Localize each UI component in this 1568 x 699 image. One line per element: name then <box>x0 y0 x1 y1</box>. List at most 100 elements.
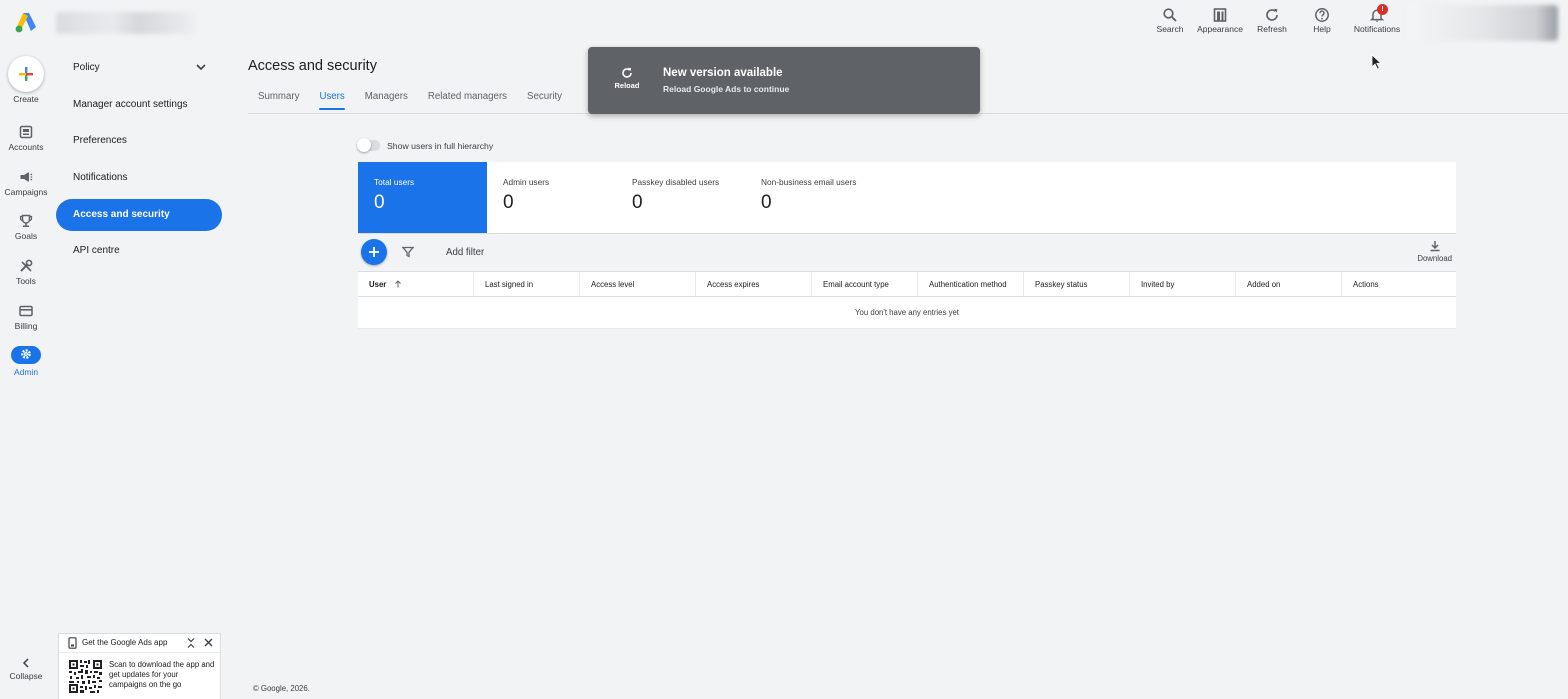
app-promo-card: Get the Google Ads app Scan to download … <box>58 633 222 699</box>
qr-code <box>68 659 103 694</box>
nav-item-label: Notifications <box>73 172 128 184</box>
rail-item-label: Accounts <box>8 142 44 152</box>
copyright: © Google, 2026. <box>253 684 310 693</box>
users-table: Add filter Download User Last signed in … <box>358 233 1456 329</box>
google-ads-logo[interactable] <box>14 11 38 33</box>
nav-item-label: Manager account settings <box>73 98 188 110</box>
rail-item-label: Tools <box>16 276 36 286</box>
column-header-passkey-status[interactable]: Passkey status <box>1024 272 1130 296</box>
card-total-users[interactable]: Total users 0 <box>358 162 487 233</box>
column-header-access-expires[interactable]: Access expires <box>696 272 812 296</box>
column-label: User <box>369 280 387 289</box>
sort-ascending-icon <box>394 280 401 288</box>
promo-title: Get the Google Ads app <box>82 638 168 647</box>
search-button[interactable]: Search <box>1146 4 1194 34</box>
column-header-actions[interactable]: Actions <box>1342 272 1456 296</box>
collapse-label: Collapse <box>9 671 43 681</box>
tab-managers[interactable]: Managers <box>355 86 418 110</box>
profile-redacted[interactable] <box>1408 5 1558 41</box>
account-name-redacted[interactable] <box>56 12 194 34</box>
card-value: 0 <box>503 192 514 213</box>
nav-item-policy[interactable]: Policy <box>56 52 222 84</box>
nav-item-manager-account-settings[interactable]: Manager account settings <box>56 89 222 121</box>
help-button[interactable]: Help <box>1298 4 1346 34</box>
card-passkey-disabled-users[interactable]: Passkey disabled users 0 <box>616 162 745 233</box>
close-icon[interactable] <box>203 637 214 648</box>
toast-subtitle: Reload Google Ads to continue <box>663 84 790 94</box>
rail-item-label: Goals <box>14 231 38 241</box>
download-label: Download <box>1417 254 1452 263</box>
top-actions: Search Appearance Refresh Help ! Notific… <box>1146 4 1408 34</box>
add-user-button[interactable] <box>361 239 387 265</box>
column-header-invited-by[interactable]: Invited by <box>1130 272 1236 296</box>
minimize-icon[interactable] <box>186 637 196 649</box>
rail-item-campaigns[interactable]: Campaigns <box>0 170 52 197</box>
campaigns-icon <box>20 172 33 182</box>
summary-cards: Total users 0 Admin users 0 Passkey disa… <box>358 162 1456 233</box>
card-label: Admin users <box>503 177 550 187</box>
promo-text: Scan to download the app and get updates… <box>109 660 215 690</box>
create-button[interactable] <box>8 56 44 92</box>
column-header-last-signed-in[interactable]: Last signed in <box>474 272 580 296</box>
empty-state-message: You don't have any entries yet <box>358 297 1456 329</box>
column-header-user[interactable]: User <box>358 272 474 296</box>
rail-item-billing[interactable]: Billing <box>0 304 52 331</box>
card-non-business-email-users[interactable]: Non-business email users 0 <box>745 162 905 233</box>
rail-item-label: Admin <box>13 367 39 377</box>
collapse-button[interactable]: Collapse <box>0 658 52 681</box>
trophy-icon <box>19 214 33 227</box>
plus-icon <box>369 247 379 257</box>
rail-item-label: Campaigns <box>4 187 48 197</box>
nav-item-preferences[interactable]: Preferences <box>56 125 222 157</box>
tab-summary[interactable]: Summary <box>248 86 309 110</box>
billing-icon <box>19 305 33 317</box>
tab-users[interactable]: Users <box>309 86 354 110</box>
refresh-button[interactable]: Refresh <box>1246 4 1298 34</box>
column-header-added-on[interactable]: Added on <box>1236 272 1342 296</box>
rail-item-accounts[interactable]: Accounts <box>0 125 52 152</box>
tab-bar: Summary Users Managers Related managers … <box>248 86 572 110</box>
nav-item-notifications[interactable]: Notifications <box>56 162 222 194</box>
plus-icon <box>19 67 33 81</box>
help-icon <box>1315 8 1329 22</box>
download-icon <box>1430 241 1440 252</box>
appearance-icon <box>1213 8 1227 22</box>
tab-related-managers[interactable]: Related managers <box>418 86 517 110</box>
rail-item-tools[interactable]: Tools <box>0 259 52 286</box>
column-header-email-account-type[interactable]: Email account type <box>812 272 918 296</box>
nav-item-api-centre[interactable]: API centre <box>56 235 222 267</box>
card-value: 0 <box>632 192 643 213</box>
column-header-authentication-method[interactable]: Authentication method <box>918 272 1024 296</box>
card-label: Total users <box>374 177 415 187</box>
page-title: Access and security <box>248 58 377 74</box>
top-bar: Search Appearance Refresh Help ! Notific… <box>0 0 1568 48</box>
reload-button[interactable]: Reload <box>610 67 644 90</box>
search-label: Search <box>1156 24 1184 34</box>
column-header-access-level[interactable]: Access level <box>580 272 696 296</box>
card-label: Passkey disabled users <box>632 177 720 187</box>
appearance-label: Appearance <box>1197 24 1243 34</box>
rail-item-admin[interactable]: Admin <box>0 346 52 377</box>
full-hierarchy-toggle[interactable]: Show users in full hierarchy <box>357 138 493 152</box>
nav-item-label: Policy <box>73 62 100 73</box>
filter-icon[interactable] <box>402 246 414 258</box>
accounts-icon <box>19 125 33 139</box>
rail-item-goals[interactable]: Goals <box>0 214 52 241</box>
download-button[interactable]: Download <box>1417 240 1452 263</box>
notifications-label: Notifications <box>1353 24 1401 34</box>
notification-badge: ! <box>1377 4 1388 15</box>
card-value: 0 <box>761 192 772 213</box>
rail-item-label: Billing <box>14 321 38 331</box>
create-label: Create <box>13 94 39 104</box>
appearance-button[interactable]: Appearance <box>1194 4 1246 34</box>
promo-header: Get the Google Ads app <box>59 634 222 653</box>
tab-security[interactable]: Security <box>517 86 572 110</box>
card-admin-users[interactable]: Admin users 0 <box>487 162 616 233</box>
nav-item-access-and-security[interactable]: Access and security <box>56 198 222 231</box>
side-nav: Policy Manager account settings Preferen… <box>56 52 222 272</box>
add-filter-button[interactable]: Add filter <box>446 247 484 258</box>
chevron-left-icon <box>22 658 29 668</box>
toggle-knob <box>357 138 371 152</box>
nav-item-label: API centre <box>73 245 120 257</box>
notifications-button[interactable]: ! Notifications <box>1346 4 1408 34</box>
